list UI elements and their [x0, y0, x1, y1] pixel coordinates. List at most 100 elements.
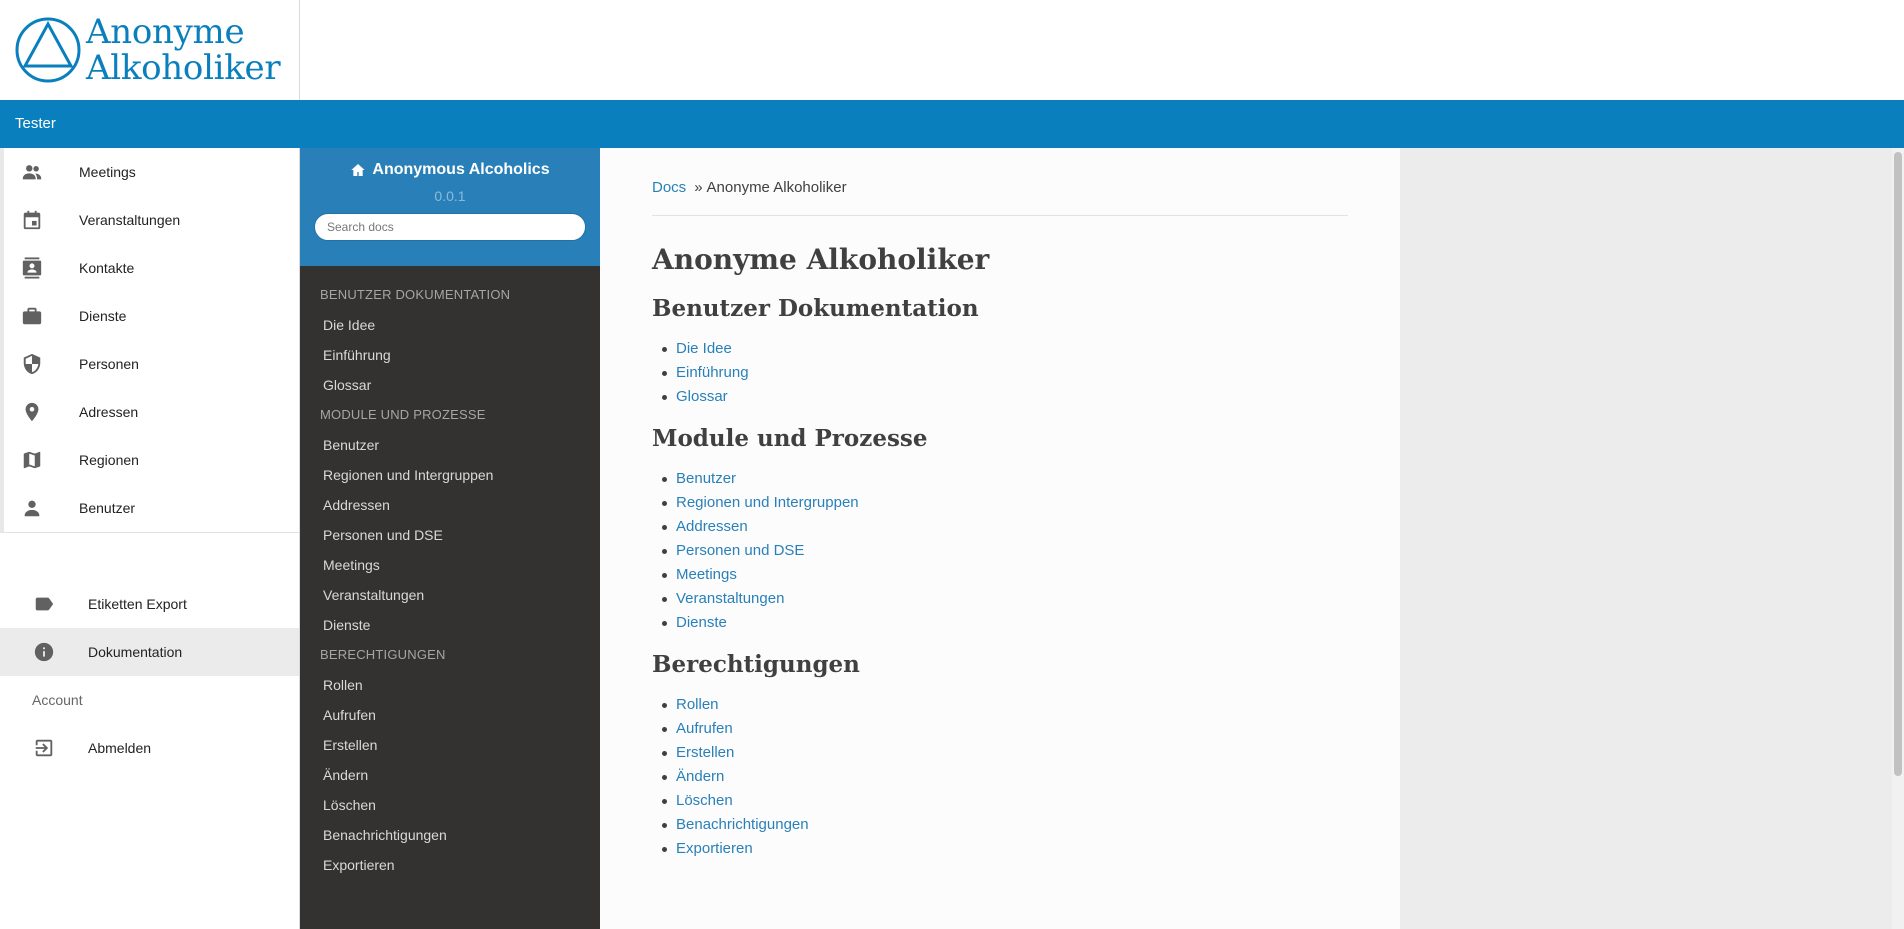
content-link[interactable]: Die Idee — [676, 340, 732, 357]
content-link[interactable]: Glossar — [676, 388, 728, 405]
home-icon — [351, 164, 366, 176]
list-item: Einführung — [662, 361, 1348, 385]
list-item: Meetings — [662, 563, 1348, 587]
logo-line-2: Alkoholiker — [86, 48, 281, 88]
docs-link[interactable]: Rollen — [300, 670, 600, 700]
aa-logo-icon — [15, 17, 81, 83]
list-item: Ändern — [662, 765, 1348, 789]
docs-project-link[interactable]: Anonymous Alcoholics — [300, 161, 600, 179]
logo-text: Anonyme Alkoholiker — [86, 12, 281, 88]
people-icon — [20, 160, 44, 184]
docs-link[interactable]: Erstellen — [300, 730, 600, 760]
docs-caption: BENUTZER DOKUMENTATION — [320, 287, 511, 302]
content-link[interactable]: Einführung — [676, 364, 749, 381]
docs-link[interactable]: Aufrufen — [300, 700, 600, 730]
user-name: Tester — [0, 100, 300, 148]
label-tag-icon — [32, 592, 56, 616]
nav-label: Benutzer — [79, 500, 136, 516]
content-link[interactable]: Ändern — [676, 768, 724, 785]
breadcrumb-separator: » — [694, 179, 703, 196]
docs-link[interactable]: Die Idee — [300, 310, 600, 340]
info-icon — [32, 640, 56, 664]
nav-item-meetings[interactable]: Meetings — [4, 148, 299, 196]
page-title: Anonyme Alkoholiker — [652, 243, 990, 276]
content-link[interactable]: Rollen — [676, 696, 719, 713]
content-link[interactable]: Exportieren — [676, 840, 753, 857]
list-item: Personen und DSE — [662, 539, 1348, 563]
content-link[interactable]: Meetings — [676, 566, 737, 583]
docs-caption: BERECHTIGUNGEN — [320, 647, 446, 662]
docs-link[interactable]: Veranstaltungen — [300, 580, 600, 610]
docs-link[interactable]: Personen und DSE — [300, 520, 600, 550]
docs-link[interactable]: Glossar — [300, 370, 600, 400]
nav-item-abmelden[interactable]: Abmelden — [0, 724, 299, 772]
docs-caption: MODULE UND PROZESSE — [320, 407, 486, 422]
calendar-icon — [20, 208, 44, 232]
app-logo[interactable]: Anonyme Alkoholiker — [0, 0, 300, 100]
list-item: Aufrufen — [662, 717, 1348, 741]
list-item: Erstellen — [662, 741, 1348, 765]
logo-line-1: Anonyme — [86, 12, 245, 52]
nav-item-veranstaltungen[interactable]: Veranstaltungen — [4, 196, 299, 244]
section-link-list: Rollen Aufrufen Erstellen Ändern Löschen… — [652, 693, 1348, 861]
nav-item-regionen[interactable]: Regionen — [4, 436, 299, 484]
list-item: Benachrichtigungen — [662, 813, 1348, 837]
docs-link[interactable]: Benachrichtigungen — [300, 820, 600, 850]
content-link[interactable]: Addressen — [676, 518, 748, 535]
list-item: Addressen — [662, 515, 1348, 539]
docs-link[interactable]: Meetings — [300, 550, 600, 580]
page-scrollbar[interactable] — [1892, 148, 1904, 929]
list-item: Benutzer — [662, 467, 1348, 491]
docs-link[interactable]: Benutzer — [300, 430, 600, 460]
top-app-bar — [300, 100, 1904, 148]
nav-item-kontakte[interactable]: Kontakte — [4, 244, 299, 292]
main-nav: Meetings Veranstaltungen Kontakte Dienst… — [0, 148, 299, 533]
docs-project-name: Anonymous Alcoholics — [372, 161, 550, 178]
nav-item-adressen[interactable]: Adressen — [4, 388, 299, 436]
content-link[interactable]: Regionen und Intergruppen — [676, 494, 859, 511]
content-link[interactable]: Dienste — [676, 614, 727, 631]
docs-link[interactable]: Löschen — [300, 790, 600, 820]
nav-label: Dienste — [79, 308, 127, 324]
list-item: Dienste — [662, 611, 1348, 635]
shield-icon — [20, 352, 44, 376]
docs-search-input[interactable] — [314, 213, 586, 241]
nav-label: Veranstaltungen — [79, 212, 181, 228]
docs-link[interactable]: Exportieren — [300, 850, 600, 880]
list-item: Veranstaltungen — [662, 587, 1348, 611]
docs-link[interactable]: Ändern — [300, 760, 600, 790]
nav-label: Dokumentation — [88, 644, 183, 660]
section-heading: Module und Prozesse — [652, 425, 928, 452]
nav-label: Etiketten Export — [88, 596, 187, 612]
scrollbar-thumb[interactable] — [1894, 152, 1902, 776]
location-pin-icon — [20, 400, 44, 424]
content-link[interactable]: Benachrichtigungen — [676, 816, 809, 833]
nav-label: Meetings — [79, 164, 136, 180]
nav-item-personen[interactable]: Personen — [4, 340, 299, 388]
breadcrumb-docs-link[interactable]: Docs — [652, 179, 686, 196]
content-link[interactable]: Benutzer — [676, 470, 736, 487]
docs-link[interactable]: Regionen und Intergruppen — [300, 460, 600, 490]
nav-item-etiketten-export[interactable]: Etiketten Export — [0, 580, 299, 628]
content-gutter — [1400, 148, 1892, 929]
docs-search-panel: Anonymous Alcoholics 0.0.1 — [300, 148, 600, 266]
docs-link[interactable]: Addressen — [300, 490, 600, 520]
content-link[interactable]: Löschen — [676, 792, 733, 809]
account-heading: Account — [32, 692, 83, 708]
content-link[interactable]: Veranstaltungen — [676, 590, 784, 607]
nav-item-benutzer[interactable]: Benutzer — [4, 484, 299, 532]
app-sidebar: Anonyme Alkoholiker Tester Meetings Vera… — [0, 0, 300, 929]
breadcrumb-current: Anonyme Alkoholiker — [706, 179, 847, 196]
content-link[interactable]: Aufrufen — [676, 720, 733, 737]
docs-link[interactable]: Dienste — [300, 610, 600, 640]
breadcrumb-divider — [652, 215, 1348, 216]
list-item: Rollen — [662, 693, 1348, 717]
list-item: Exportieren — [662, 837, 1348, 861]
nav-item-dienste[interactable]: Dienste — [4, 292, 299, 340]
docs-link[interactable]: Einführung — [300, 340, 600, 370]
content-link[interactable]: Erstellen — [676, 744, 734, 761]
map-icon — [20, 448, 44, 472]
nav-item-dokumentation[interactable]: Dokumentation — [0, 628, 299, 676]
content-link[interactable]: Personen und DSE — [676, 542, 804, 559]
list-item: Löschen — [662, 789, 1348, 813]
